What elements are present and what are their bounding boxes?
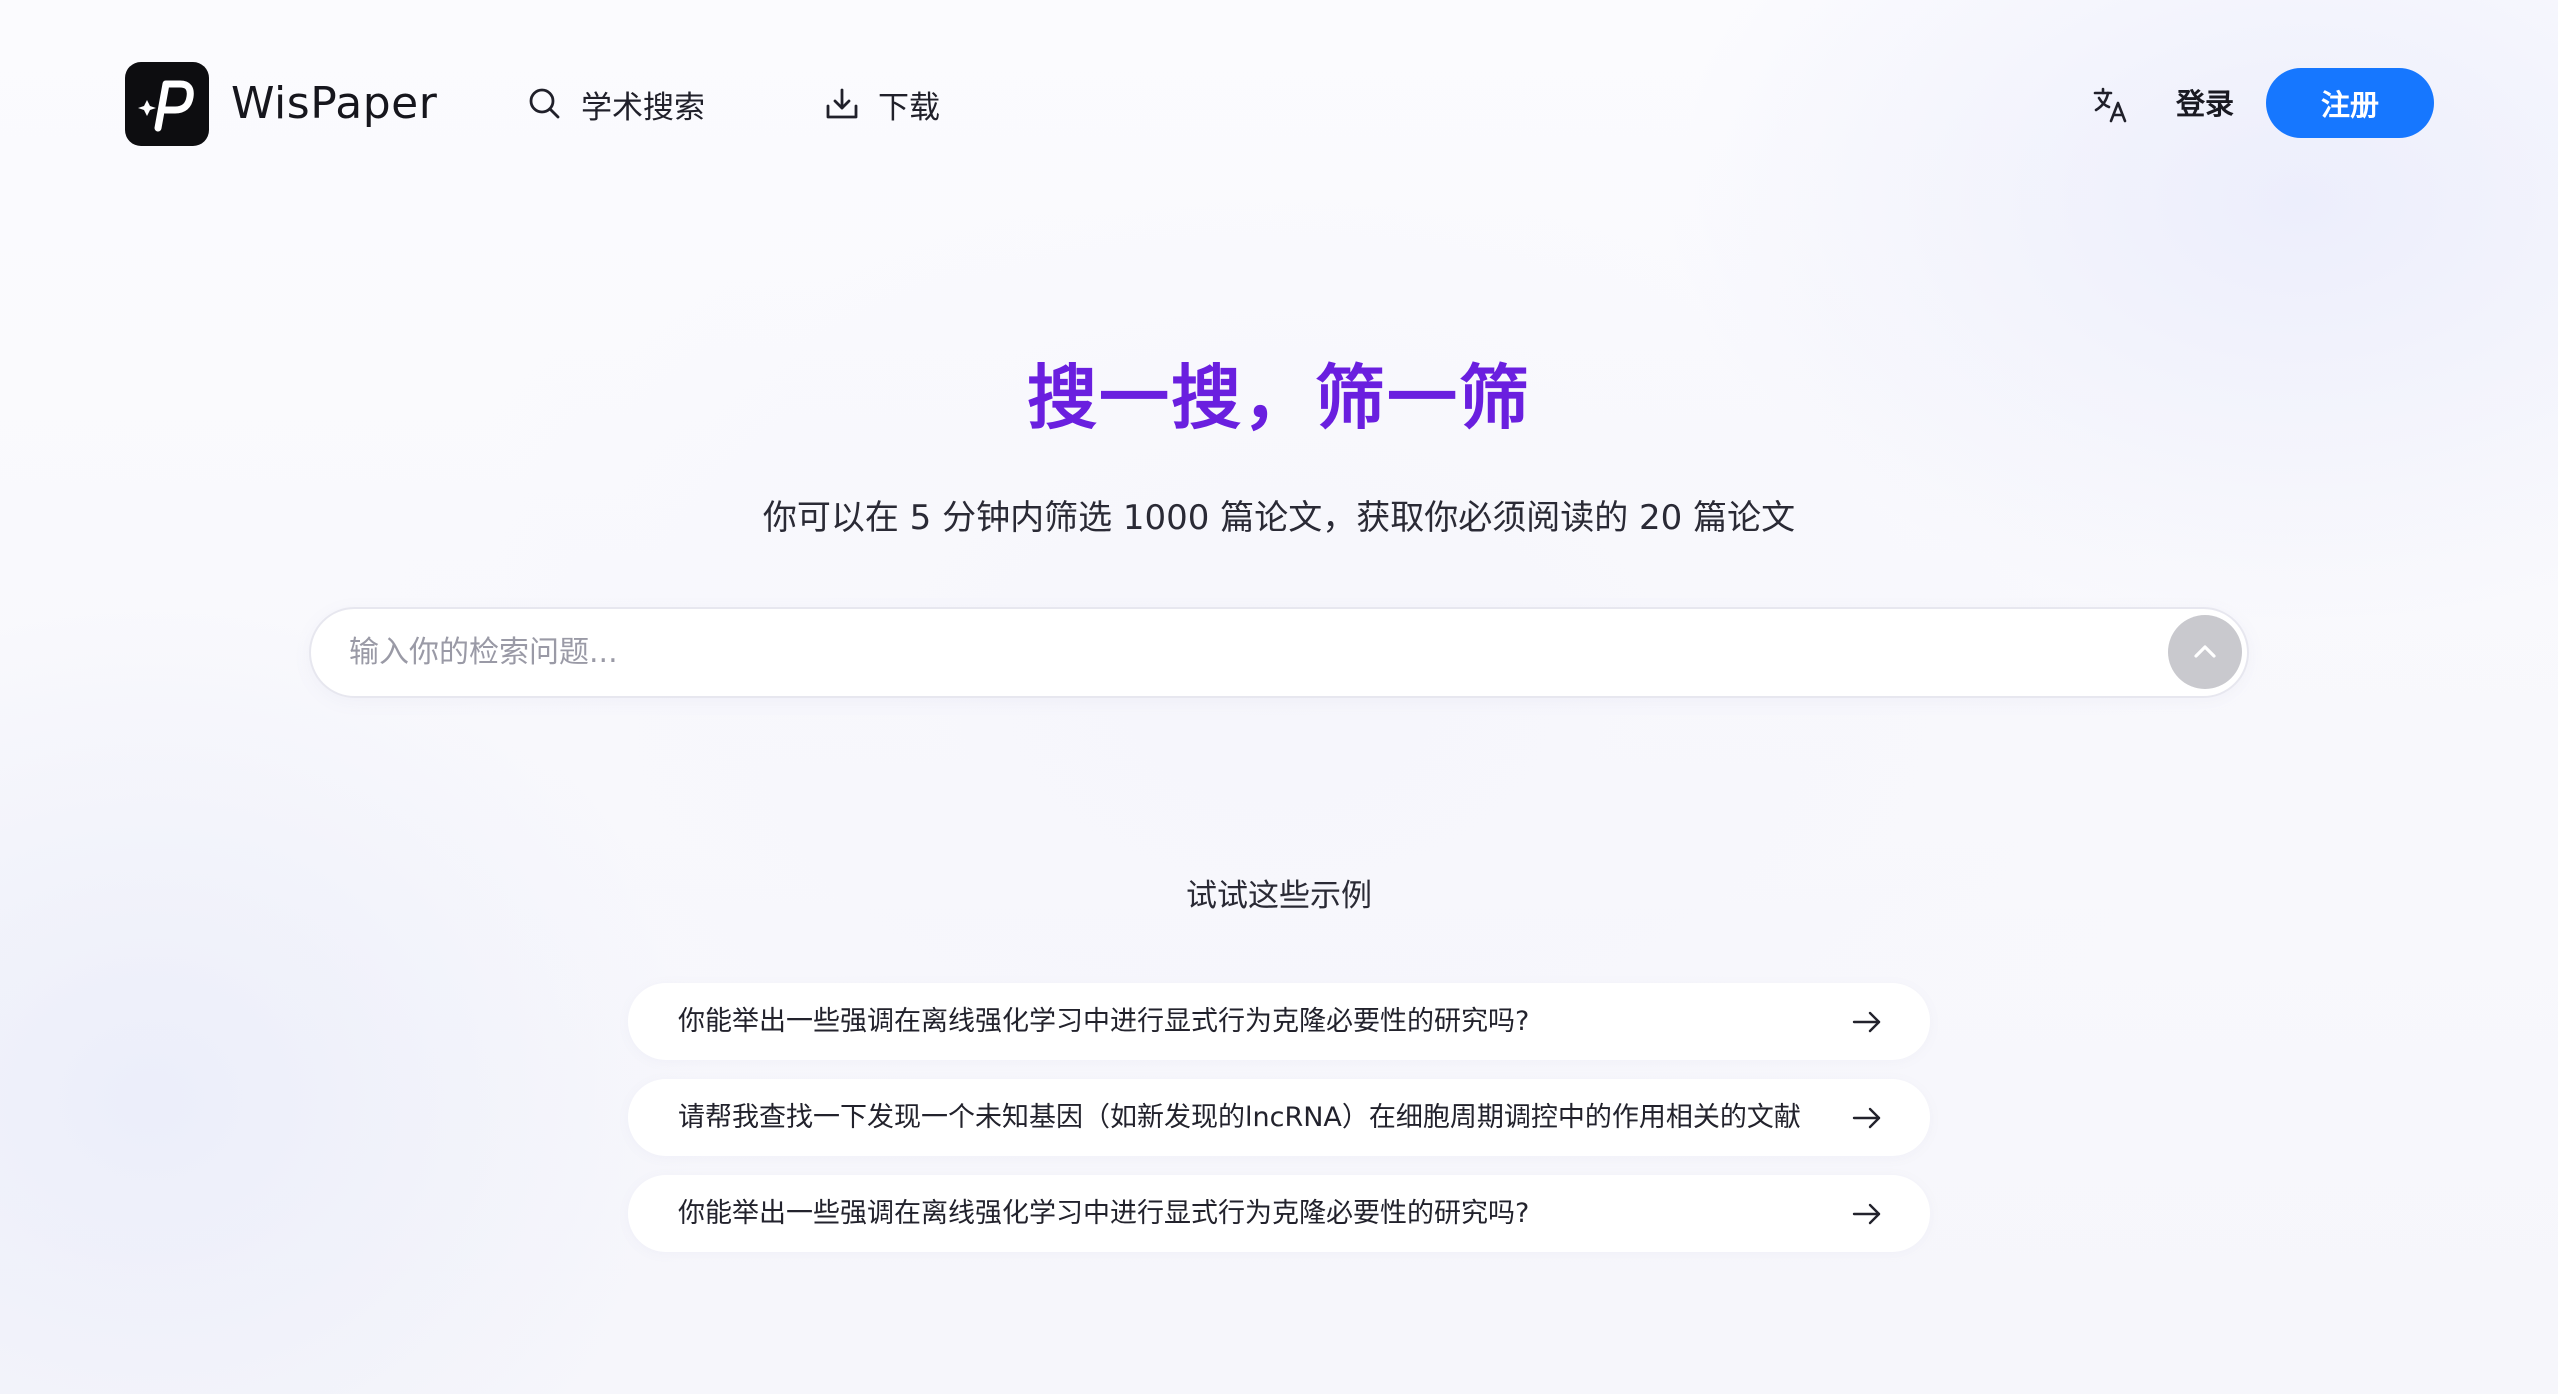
example-query-card[interactable]: 你能举出一些强调在离线强化学习中进行显式行为克隆必要性的研究吗?	[628, 1175, 1930, 1252]
nav-download-label: 下载	[878, 89, 940, 126]
nav-academic-search[interactable]: 学术搜索	[527, 76, 705, 132]
nav-academic-search-label: 学术搜索	[581, 89, 705, 126]
example-query-card[interactable]: 请帮我查找一下发现一个未知基因（如新发现的lncRNA）在细胞周期调控中的作用相…	[628, 1079, 1930, 1156]
search-bar	[309, 607, 2249, 698]
nav-download[interactable]: 下载	[824, 76, 940, 132]
hero-title: 搜一搜，筛一筛	[1027, 357, 1531, 439]
translate-icon[interactable]	[2092, 86, 2130, 124]
hero-subtitle: 你可以在 5 分钟内筛选 1000 篇论文，获取你必须阅读的 20 篇论文	[762, 498, 1796, 538]
arrow-right-icon	[1852, 1011, 1881, 1033]
download-icon	[826, 88, 858, 119]
search-icon	[529, 88, 560, 119]
example-query-text: 请帮我查找一下发现一个未知基因（如新发现的lncRNA）在细胞周期调控中的作用相…	[678, 1102, 1801, 1133]
chevron-up-icon	[2194, 645, 2216, 658]
search-input[interactable]	[349, 609, 2109, 696]
example-query-card[interactable]: 你能举出一些强调在离线强化学习中进行显式行为克隆必要性的研究吗?	[628, 983, 1930, 1060]
arrow-right-icon	[1852, 1107, 1881, 1129]
wispaper-logo[interactable]	[125, 62, 209, 146]
brand-name[interactable]: WisPaper	[231, 76, 437, 132]
register-button[interactable]: 注册	[2266, 68, 2434, 138]
search-submit-button[interactable]	[2168, 615, 2242, 689]
example-query-text: 你能举出一些强调在离线强化学习中进行显式行为克隆必要性的研究吗?	[678, 1006, 1530, 1037]
logo-p-icon	[138, 80, 194, 132]
top-navigation-bar: WisPaper 学术搜索 下载 登录 注册	[0, 0, 2558, 210]
login-link[interactable]: 登录	[2176, 76, 2234, 132]
arrow-right-icon	[1852, 1203, 1881, 1225]
example-query-text: 你能举出一些强调在离线强化学习中进行显式行为克隆必要性的研究吗?	[678, 1198, 1530, 1229]
examples-heading: 试试这些示例	[1186, 878, 1372, 914]
